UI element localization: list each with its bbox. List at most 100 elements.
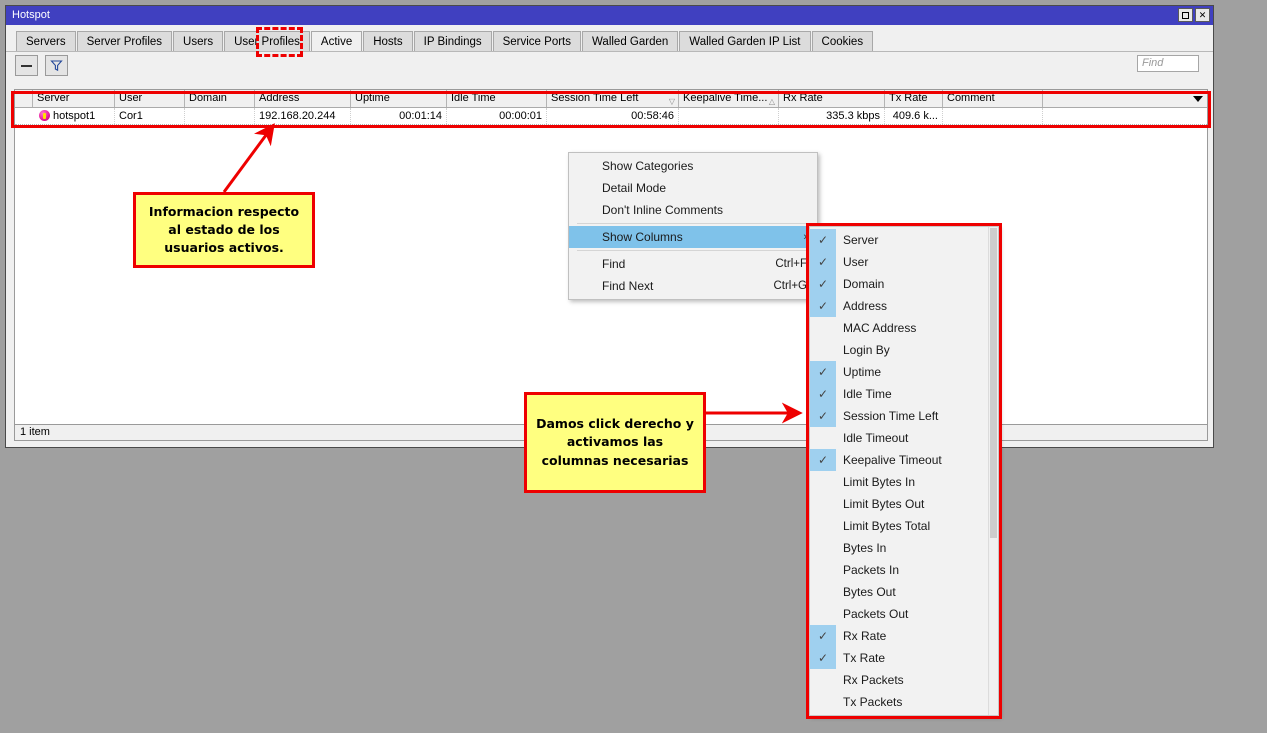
menu-item-find[interactable]: Find Ctrl+F bbox=[569, 253, 817, 275]
column-toggle-session-time-left[interactable]: ✓ Session Time Left bbox=[810, 405, 988, 427]
tab-bar: Servers Server Profiles Users User Profiles… bbox=[6, 25, 1213, 52]
check-placeholder-icon bbox=[810, 669, 836, 691]
tab-users[interactable]: Users bbox=[173, 31, 224, 51]
column-toggle-label: Bytes Out bbox=[843, 585, 896, 599]
column-toggle-packets-out[interactable]: Packets Out bbox=[810, 603, 988, 625]
col-header-label: Session Time Left bbox=[551, 92, 639, 104]
column-toggle-bytes-in[interactable]: Bytes In bbox=[810, 537, 988, 559]
check-icon: ✓ bbox=[810, 273, 836, 295]
column-toggle-uptime[interactable]: ✓ Uptime bbox=[810, 361, 988, 383]
menu-item-find-next[interactable]: Find Next Ctrl+G bbox=[569, 275, 817, 297]
check-placeholder-icon bbox=[810, 339, 836, 361]
scrollbar-thumb[interactable] bbox=[990, 228, 997, 538]
column-toggle-rx-rate[interactable]: ✓ Rx Rate bbox=[810, 625, 988, 647]
tab-servers[interactable]: Servers bbox=[16, 31, 76, 51]
column-toggle-limit-bytes-in[interactable]: Limit Bytes In bbox=[810, 471, 988, 493]
find-input[interactable]: Find bbox=[1137, 55, 1199, 72]
col-header-flag[interactable] bbox=[15, 90, 33, 107]
close-button[interactable]: ✕ bbox=[1195, 8, 1210, 22]
column-toggle-packets-in[interactable]: Packets In bbox=[810, 559, 988, 581]
col-header-label: Domain bbox=[189, 92, 227, 104]
col-header-domain[interactable]: Domain bbox=[185, 90, 255, 107]
column-toggle-login-by[interactable]: Login By bbox=[810, 339, 988, 361]
column-toggle-bytes-out[interactable]: Bytes Out bbox=[810, 581, 988, 603]
menu-item-label: Detail Mode bbox=[602, 181, 667, 195]
filter-button[interactable] bbox=[45, 55, 68, 76]
check-icon: ✓ bbox=[810, 405, 836, 427]
check-placeholder-icon bbox=[810, 559, 836, 581]
tab-hosts[interactable]: Hosts bbox=[363, 31, 413, 51]
col-header-idle-time[interactable]: Idle Time bbox=[447, 90, 547, 107]
menu-item-detail-mode[interactable]: Detail Mode bbox=[569, 177, 817, 199]
cell-keepalive_timeout bbox=[679, 108, 779, 124]
column-toggle-label: Tx Rate bbox=[843, 651, 886, 665]
column-toggle-label: Idle Time bbox=[843, 387, 892, 401]
check-icon: ✓ bbox=[810, 251, 836, 273]
col-header-tx-rate[interactable]: Tx Rate bbox=[885, 90, 943, 107]
sort-indicator-icon: △ bbox=[768, 97, 775, 106]
menu-item-shortcut: Ctrl+F bbox=[775, 258, 807, 270]
column-toggle-domain[interactable]: ✓ Domain bbox=[810, 273, 988, 295]
column-toggle-limit-bytes-out[interactable]: Limit Bytes Out bbox=[810, 493, 988, 515]
columns-scrollbar[interactable] bbox=[988, 227, 998, 715]
column-toggle-mac-address[interactable]: MAC Address bbox=[810, 317, 988, 339]
status-text: 1 item bbox=[20, 426, 50, 438]
context-menu: Show Categories Detail Mode Don't Inline C… bbox=[568, 152, 818, 300]
tab-cookies[interactable]: Cookies bbox=[811, 31, 874, 51]
column-toggle-label: Bytes In bbox=[843, 541, 887, 555]
column-toggle-label: Server bbox=[843, 233, 879, 247]
tab-walled-garden-ip-list[interactable]: Walled Garden IP List bbox=[679, 31, 811, 51]
col-header-uptime[interactable]: Uptime bbox=[351, 90, 447, 107]
table-row[interactable]: hotspot1 Cor1 192.168.20.244 00:01:14 00:00:… bbox=[15, 108, 1207, 125]
column-toggle-server[interactable]: ✓ Server bbox=[810, 229, 988, 251]
col-header-label: Comment bbox=[947, 92, 995, 104]
check-icon: ✓ bbox=[810, 295, 836, 317]
cell-idle_time: 00:00:01 bbox=[447, 108, 547, 124]
menu-item-don-t-inline-comments[interactable]: Don't Inline Comments bbox=[569, 199, 817, 221]
check-icon: ✓ bbox=[810, 625, 836, 647]
col-header-user[interactable]: User bbox=[115, 90, 185, 107]
tab-user-profiles[interactable]: User Profiles bbox=[224, 31, 310, 51]
tab-active[interactable]: Active bbox=[310, 31, 363, 51]
col-header-comment[interactable]: Comment bbox=[943, 90, 1043, 107]
column-chooser-button[interactable] bbox=[1043, 90, 1207, 107]
menu-item-show-categories[interactable]: Show Categories bbox=[569, 155, 817, 177]
col-header-server[interactable]: Server bbox=[33, 90, 115, 107]
column-toggle-idle-timeout[interactable]: Idle Timeout bbox=[810, 427, 988, 449]
tab-service-ports[interactable]: Service Ports bbox=[492, 31, 581, 51]
col-header-session-time-left[interactable]: Session Time Left ▽ bbox=[547, 90, 679, 107]
column-toggle-label: Limit Bytes Total bbox=[843, 519, 931, 533]
tab-walled-garden[interactable]: Walled Garden bbox=[582, 31, 679, 51]
remove-button[interactable] bbox=[15, 55, 38, 76]
column-toggle-address[interactable]: ✓ Address bbox=[810, 295, 988, 317]
column-toggle-user[interactable]: ✓ User bbox=[810, 251, 988, 273]
col-header-address[interactable]: Address bbox=[255, 90, 351, 107]
check-placeholder-icon bbox=[810, 691, 836, 713]
col-header-label: Tx Rate bbox=[889, 92, 928, 104]
col-header-label: Keepalive Time... bbox=[683, 92, 768, 104]
column-toggle-tx-rate[interactable]: ✓ Tx Rate bbox=[810, 647, 988, 669]
cell-endcap bbox=[1043, 108, 1207, 124]
funnel-icon bbox=[50, 59, 63, 72]
check-placeholder-icon bbox=[810, 603, 836, 625]
menu-item-show-columns[interactable]: Show Columns › bbox=[569, 226, 817, 248]
column-toggle-rx-packets[interactable]: Rx Packets bbox=[810, 669, 988, 691]
column-toggle-limit-bytes-total[interactable]: Limit Bytes Total bbox=[810, 515, 988, 537]
column-toggle-tx-packets[interactable]: Tx Packets bbox=[810, 691, 988, 713]
column-toggle-label: Login By bbox=[843, 343, 890, 357]
check-icon: ✓ bbox=[810, 383, 836, 405]
tab-server-profiles[interactable]: Server Profiles bbox=[76, 31, 173, 51]
menu-item-label: Find bbox=[602, 257, 626, 271]
column-toggle-label: MAC Address bbox=[843, 321, 917, 335]
annotation-arrow-to-table bbox=[222, 123, 275, 193]
tab-ip-bindings[interactable]: IP Bindings bbox=[413, 31, 492, 51]
column-toggle-idle-time[interactable]: ✓ Idle Time bbox=[810, 383, 988, 405]
col-header-keepalive-time[interactable]: Keepalive Time... △ bbox=[679, 90, 779, 107]
column-toggle-keepalive-timeout[interactable]: ✓ Keepalive Timeout bbox=[810, 449, 988, 471]
column-toggle-label: Address bbox=[843, 299, 888, 313]
hotspot-icon bbox=[39, 110, 50, 121]
column-toggle-label: User bbox=[843, 255, 869, 269]
maximize-button[interactable] bbox=[1178, 8, 1193, 22]
col-header-rx-rate[interactable]: Rx Rate bbox=[779, 90, 885, 107]
col-header-label: Server bbox=[37, 92, 70, 104]
